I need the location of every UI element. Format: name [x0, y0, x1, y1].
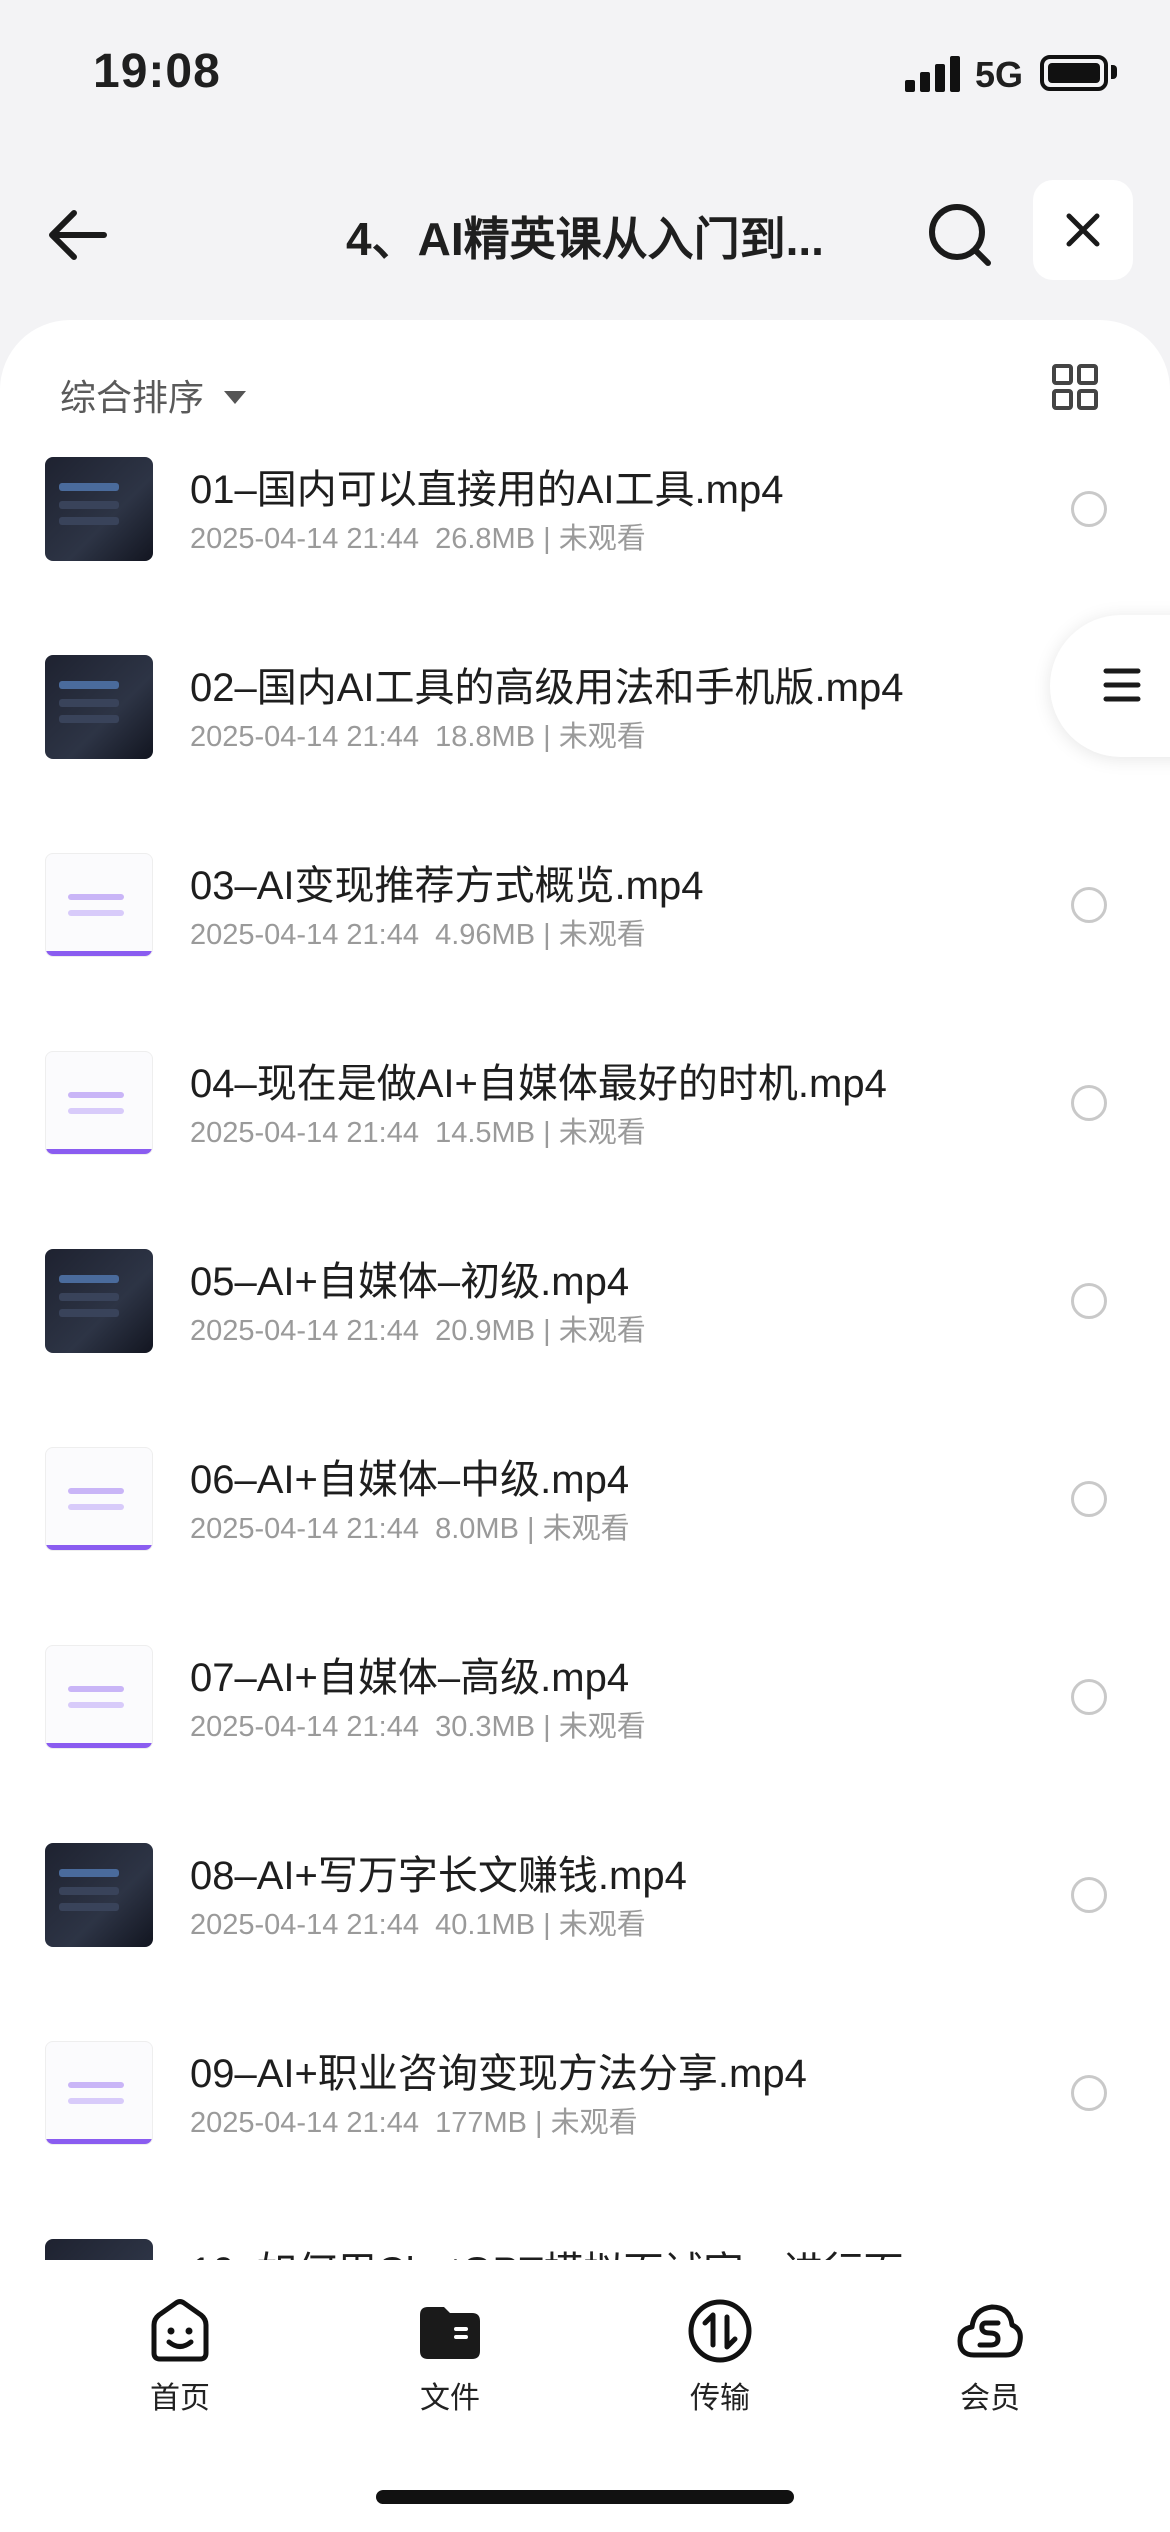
folder-icon: [420, 2307, 480, 2359]
file-row[interactable]: 10–如何用ChatGPT模拟面试官，进行面: [0, 2239, 1170, 2260]
select-radio[interactable]: [1071, 1283, 1107, 1319]
battery-tip: [1111, 65, 1117, 79]
video-thumbnail: [45, 2239, 153, 2260]
back-button[interactable]: [40, 195, 120, 275]
file-meta: 2025-04-14 21:44 8.0MB | 未观看: [190, 1513, 630, 1545]
video-thumbnail: [45, 1645, 153, 1749]
file-name: 03–AI变现推荐方式概览.mp4: [190, 864, 704, 908]
search-icon: [929, 204, 991, 266]
network-type: 5G: [975, 54, 1024, 95]
sort-label: 综合排序: [60, 377, 205, 418]
signal-icon: [905, 56, 961, 92]
close-button[interactable]: [1033, 180, 1133, 280]
file-name: 08–AI+写万字长文赚钱.mp4: [190, 1854, 687, 1898]
file-name: 10–如何用ChatGPT模拟面试官，进行面: [190, 2239, 903, 2260]
page-title: 4、AI精英课从入门到...: [346, 213, 824, 265]
file-name: 06–AI+自媒体–中级.mp4: [190, 1458, 630, 1502]
video-thumbnail: [45, 457, 153, 561]
caret-down-icon: [224, 390, 247, 404]
file-meta: 2025-04-14 21:44 4.96MB | 未观看: [190, 919, 646, 951]
file-meta: 2025-04-14 21:44 177MB | 未观看: [190, 2107, 638, 2139]
tab-label: 传输: [690, 2382, 750, 2415]
file-meta: 2025-04-14 21:44 18.8MB | 未观看: [190, 721, 646, 753]
select-radio[interactable]: [1071, 1085, 1107, 1121]
file-row[interactable]: 09–AI+职业咨询变现方法分享.mp4 2025-04-14 21:44 17…: [0, 2041, 1170, 2239]
file-name: 05–AI+自媒体–初级.mp4: [190, 1260, 630, 1304]
file-list-sheet: 综合排序 01–国内可以直接用的AI工具.mp4 2025-04-14 21:4…: [0, 320, 1170, 2532]
file-name: 07–AI+自媒体–高级.mp4: [190, 1656, 630, 1700]
file-meta: 2025-04-14 21:44 26.8MB | 未观看: [190, 523, 646, 555]
select-radio[interactable]: [1071, 1481, 1107, 1517]
file-row[interactable]: 04–现在是做AI+自媒体最好的时机.mp4 2025-04-14 21:44 …: [0, 1051, 1170, 1249]
battery-icon: [1040, 55, 1108, 91]
menu-icon: [1103, 668, 1141, 702]
bottom-tab-bar: 首页 文件 传输 会员: [0, 2265, 1170, 2435]
video-thumbnail: [45, 1843, 153, 1947]
file-row[interactable]: 01–国内可以直接用的AI工具.mp4 2025-04-14 21:44 26.…: [0, 457, 1170, 655]
select-radio[interactable]: [1071, 1679, 1107, 1715]
file-name: 01–国内可以直接用的AI工具.mp4: [190, 468, 784, 512]
tab-label: 首页: [150, 2382, 210, 2415]
tab-home[interactable]: 首页: [105, 2295, 255, 2425]
tab-label: 会员: [960, 2382, 1020, 2415]
file-meta: 2025-04-14 21:44 30.3MB | 未观看: [190, 1711, 646, 1743]
status-bar: 19:08 5G: [0, 0, 1170, 150]
home-smile-icon: [151, 2299, 209, 2362]
home-indicator: [376, 2490, 794, 2504]
file-row[interactable]: 07–AI+自媒体–高级.mp4 2025-04-14 21:44 30.3MB…: [0, 1645, 1170, 1843]
grid-icon: [1052, 364, 1098, 410]
file-meta: 2025-04-14 21:44 14.5MB | 未观看: [190, 1117, 646, 1149]
grid-view-button[interactable]: [1050, 362, 1100, 412]
tab-transfer[interactable]: 传输: [645, 2295, 795, 2425]
file-meta: 2025-04-14 21:44 40.1MB | 未观看: [190, 1909, 646, 1941]
sort-dropdown[interactable]: 综合排序: [60, 365, 247, 425]
select-radio[interactable]: [1071, 1877, 1107, 1913]
select-radio[interactable]: [1071, 491, 1107, 527]
file-name: 02–国内AI工具的高级用法和手机版.mp4: [190, 666, 904, 710]
membership-cloud-icon: [957, 2304, 1023, 2358]
video-thumbnail: [45, 1249, 153, 1353]
video-thumbnail: [45, 1051, 153, 1155]
close-icon: [1066, 213, 1100, 247]
file-list: 01–国内可以直接用的AI工具.mp4 2025-04-14 21:44 26.…: [0, 450, 1170, 2260]
arrow-left-icon: [49, 210, 107, 260]
header: 4、AI精英课从入门到...: [0, 175, 1170, 295]
file-row[interactable]: 03–AI变现推荐方式概览.mp4 2025-04-14 21:44 4.96M…: [0, 853, 1170, 1051]
select-radio[interactable]: [1071, 887, 1107, 923]
file-row[interactable]: 02–国内AI工具的高级用法和手机版.mp4 2025-04-14 21:44 …: [0, 655, 1170, 853]
file-row[interactable]: 06–AI+自媒体–中级.mp4 2025-04-14 21:44 8.0MB …: [0, 1447, 1170, 1645]
file-name: 09–AI+职业咨询变现方法分享.mp4: [190, 2052, 807, 2096]
video-thumbnail: [45, 655, 153, 759]
transfer-icon: [688, 2299, 752, 2363]
status-time: 19:08: [93, 45, 221, 98]
video-thumbnail: [45, 1447, 153, 1551]
video-thumbnail: [45, 2041, 153, 2145]
video-thumbnail: [45, 853, 153, 957]
tab-label: 文件: [420, 2382, 480, 2415]
file-meta: 2025-04-14 21:44 20.9MB | 未观看: [190, 1315, 646, 1347]
file-row[interactable]: 08–AI+写万字长文赚钱.mp4 2025-04-14 21:44 40.1M…: [0, 1843, 1170, 2041]
file-name: 04–现在是做AI+自媒体最好的时机.mp4: [190, 1062, 887, 1106]
tab-files[interactable]: 文件: [375, 2295, 525, 2425]
search-button[interactable]: [920, 195, 1000, 275]
select-radio[interactable]: [1071, 2075, 1107, 2111]
file-row[interactable]: 05–AI+自媒体–初级.mp4 2025-04-14 21:44 20.9MB…: [0, 1249, 1170, 1447]
tab-membership[interactable]: 会员: [915, 2295, 1065, 2425]
